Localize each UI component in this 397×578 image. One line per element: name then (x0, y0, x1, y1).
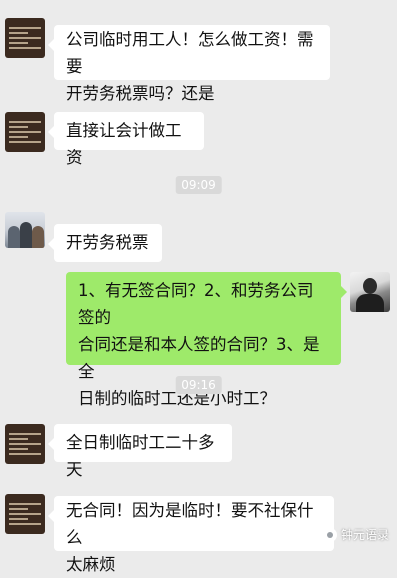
avatar[interactable] (5, 494, 45, 534)
message-bubble[interactable]: 开劳务税票 (48, 224, 162, 262)
message-bubble[interactable]: 公司临时用工人！怎么做工资！需要 开劳务税票吗？还是 (48, 25, 330, 103)
avatar[interactable] (5, 424, 45, 464)
timestamp: 09:16 (175, 376, 222, 394)
timestamp: 09:09 (175, 176, 222, 194)
wechat-icon (322, 527, 337, 542)
avatar[interactable] (5, 212, 45, 248)
message-bubble[interactable]: 无合同！因为是临时！要不社保什么 太麻烦 (48, 496, 334, 574)
message-bubble[interactable]: 全日制临时工二十多天 (48, 424, 232, 479)
watermark-label: 钟元语录 (340, 528, 389, 542)
avatar[interactable] (350, 272, 390, 312)
avatar[interactable] (5, 112, 45, 152)
message-bubble[interactable]: 直接让会计做工资 (48, 112, 204, 167)
message-bubble[interactable]: 1、有无签合同？2、和劳务公司签的 合同还是和本人签的合同？3、是全 日制的临时… (66, 272, 347, 408)
avatar[interactable] (5, 18, 45, 58)
watermark: 钟元语录 (322, 526, 389, 543)
